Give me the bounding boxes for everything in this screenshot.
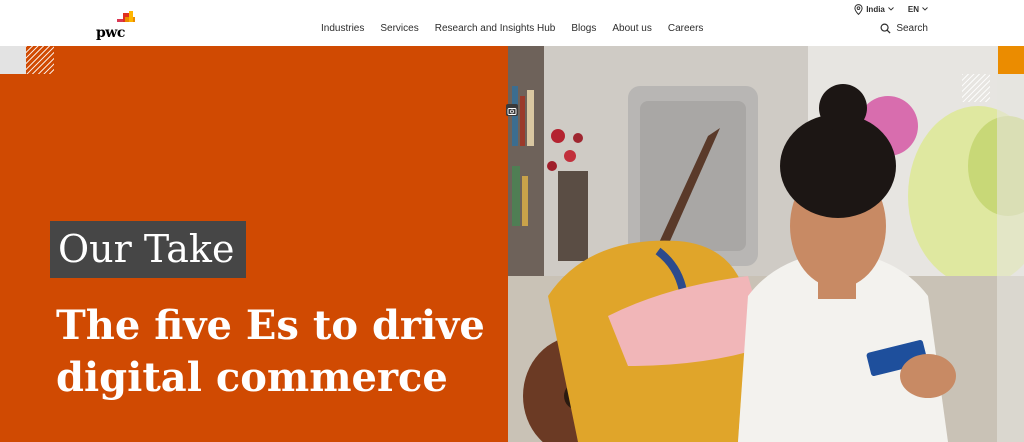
nav-item-about-us[interactable]: About us: [612, 23, 651, 34]
pwc-logo[interactable]: pwc: [96, 9, 138, 41]
search-label: Search: [896, 23, 928, 34]
hero-tag: Our Take: [50, 221, 247, 278]
main-nav: Industries Services Research and Insight…: [321, 23, 703, 34]
hero-text-panel: Our Take The five Es to drive digital co…: [0, 46, 508, 442]
nav-item-research-insights-hub[interactable]: Research and Insights Hub: [435, 23, 556, 34]
logo-wordmark: pwc: [96, 25, 125, 41]
region-selector[interactable]: India: [854, 3, 894, 15]
language-label: EN: [907, 4, 919, 14]
hatch-pattern: [26, 46, 54, 74]
hero-headline[interactable]: The five Es to drive digital commerce: [56, 300, 496, 404]
nav-item-careers[interactable]: Careers: [668, 23, 704, 34]
chevron-down-icon: [922, 7, 928, 11]
nav-item-services[interactable]: Services: [380, 23, 418, 34]
hero-corner-strip: [0, 46, 26, 74]
accent-corner-block: [998, 46, 1024, 74]
search-button[interactable]: Search: [880, 23, 928, 34]
hero-banner[interactable]: Our Take The five Es to drive digital co…: [0, 46, 1024, 442]
hero-image: [508, 46, 1024, 442]
language-selector[interactable]: EN: [908, 5, 928, 14]
chevron-down-icon: [888, 7, 894, 11]
nav-item-blogs[interactable]: Blogs: [571, 23, 596, 34]
hatch-pattern: [962, 74, 990, 102]
utility-bar: India EN: [854, 2, 928, 16]
hero-photo: [508, 46, 1024, 442]
image-icon[interactable]: [506, 104, 518, 116]
location-pin-icon: [854, 3, 863, 15]
logo-block: [129, 11, 133, 22]
camera-icon: [507, 108, 517, 115]
region-label: India: [866, 4, 885, 14]
search-icon: [880, 23, 891, 34]
nav-item-industries[interactable]: Industries: [321, 23, 364, 34]
site-header: pwc India EN Industries Services Researc…: [0, 0, 1024, 46]
